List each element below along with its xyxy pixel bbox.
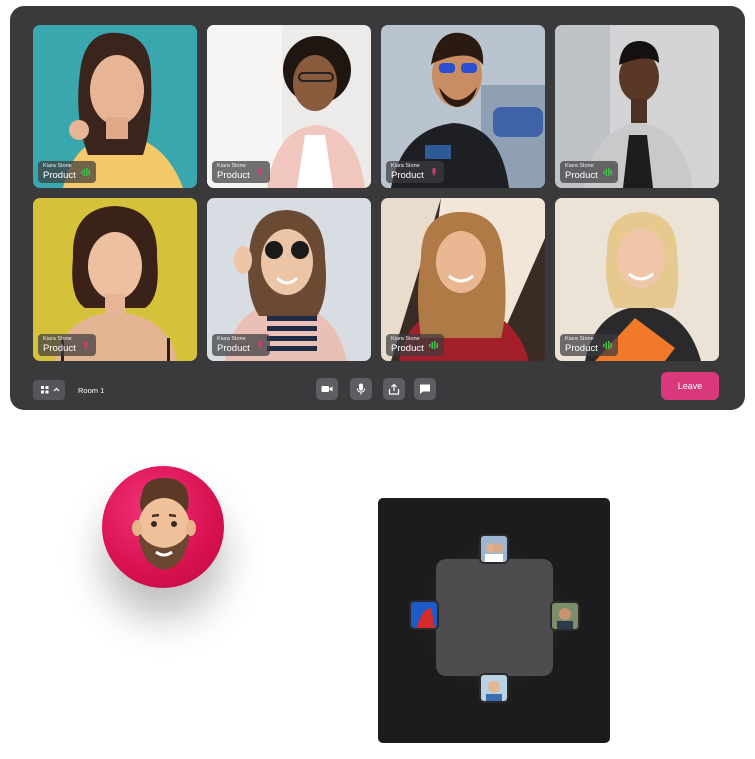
- participant-name-tag: Kiara Stone Product: [212, 334, 270, 356]
- microphone-icon: [357, 383, 365, 395]
- participant-name: Kiara Stone: [217, 163, 246, 169]
- participant-name: Kiara Stone: [217, 336, 246, 342]
- participant-name: Kiara Stone: [565, 163, 594, 169]
- leave-button[interactable]: Leave: [661, 372, 719, 400]
- chevron-up-icon: [53, 387, 60, 392]
- participant-thumbnail: [481, 536, 507, 562]
- audio-level-icon: [428, 341, 438, 349]
- participant-role: Product: [217, 343, 250, 354]
- audio-level-icon: [602, 168, 612, 176]
- participant-name-tag: Kiara Stone Product: [212, 161, 270, 183]
- participant-tile[interactable]: Kiara Stone Product: [207, 198, 371, 361]
- microphone-muted-icon: [258, 341, 262, 349]
- participant-tile[interactable]: Kiara Stone Product: [555, 25, 719, 188]
- microphone-button[interactable]: [350, 378, 372, 400]
- participant-name: Kiara Stone: [391, 163, 420, 169]
- participant-name-tag: Kiara Stone Product: [560, 161, 618, 183]
- participant-tile[interactable]: Kiara Stone Product: [381, 198, 545, 361]
- audio-level-icon: [602, 341, 612, 349]
- participant-role: Product: [565, 343, 598, 354]
- microphone-muted-icon: [84, 341, 88, 349]
- participant-name: Kiara Stone: [391, 336, 420, 342]
- participant-name-tag: Kiara Stone Product: [560, 334, 618, 356]
- avatar: [102, 466, 224, 588]
- microphone-muted-icon: [258, 168, 262, 176]
- participant-name-tag: Kiara Stone Product: [386, 334, 444, 356]
- participant-role: Product: [391, 343, 424, 354]
- participant-role: Product: [217, 170, 250, 181]
- call-toolbar: Room 1 Leave: [10, 372, 745, 410]
- layout-toggle-button[interactable]: [33, 380, 65, 400]
- camera-button[interactable]: [316, 378, 338, 400]
- video-call-window: Kiara Stone Product Kiara Stone Product: [10, 6, 745, 410]
- video-icon: [321, 386, 333, 392]
- seat-thumbnail[interactable]: [409, 600, 439, 630]
- participant-role: Product: [43, 170, 76, 181]
- seat-thumbnail[interactable]: [550, 601, 580, 631]
- participant-role: Product: [391, 170, 424, 181]
- chat-button[interactable]: [414, 378, 436, 400]
- participant-role: Product: [43, 343, 76, 354]
- participant-tile[interactable]: Kiara Stone Product: [33, 198, 197, 361]
- chat-icon: [420, 384, 430, 394]
- participant-name-tag: Kiara Stone Product: [38, 161, 96, 183]
- participant-name: Kiara Stone: [43, 336, 72, 342]
- seating-preview-panel: [378, 498, 610, 743]
- share-screen-button[interactable]: [383, 378, 405, 400]
- memoji-avatar-icon: [132, 478, 196, 570]
- table-surface: [436, 559, 553, 676]
- participant-name: Kiara Stone: [43, 163, 72, 169]
- room-label: Room 1: [78, 386, 105, 395]
- audio-level-icon: [80, 168, 90, 176]
- participant-tile[interactable]: Kiara Stone Product: [33, 25, 197, 188]
- microphone-muted-icon: [432, 168, 436, 176]
- participant-name-tag: Kiara Stone Product: [386, 161, 444, 183]
- seat-thumbnail[interactable]: [479, 534, 509, 564]
- participant-tile[interactable]: Kiara Stone Product: [381, 25, 545, 188]
- participant-tile[interactable]: Kiara Stone Product: [207, 25, 371, 188]
- participant-tile[interactable]: Kiara Stone Product: [555, 198, 719, 361]
- participant-thumbnail: [481, 675, 507, 701]
- participant-thumbnail: [411, 602, 437, 628]
- grid-icon: [41, 386, 60, 394]
- seat-thumbnail[interactable]: [479, 673, 509, 703]
- participant-thumbnail: [552, 603, 578, 629]
- participant-name-tag: Kiara Stone Product: [38, 334, 96, 356]
- share-icon: [388, 383, 400, 395]
- participant-name: Kiara Stone: [565, 336, 594, 342]
- participant-role: Product: [565, 170, 598, 181]
